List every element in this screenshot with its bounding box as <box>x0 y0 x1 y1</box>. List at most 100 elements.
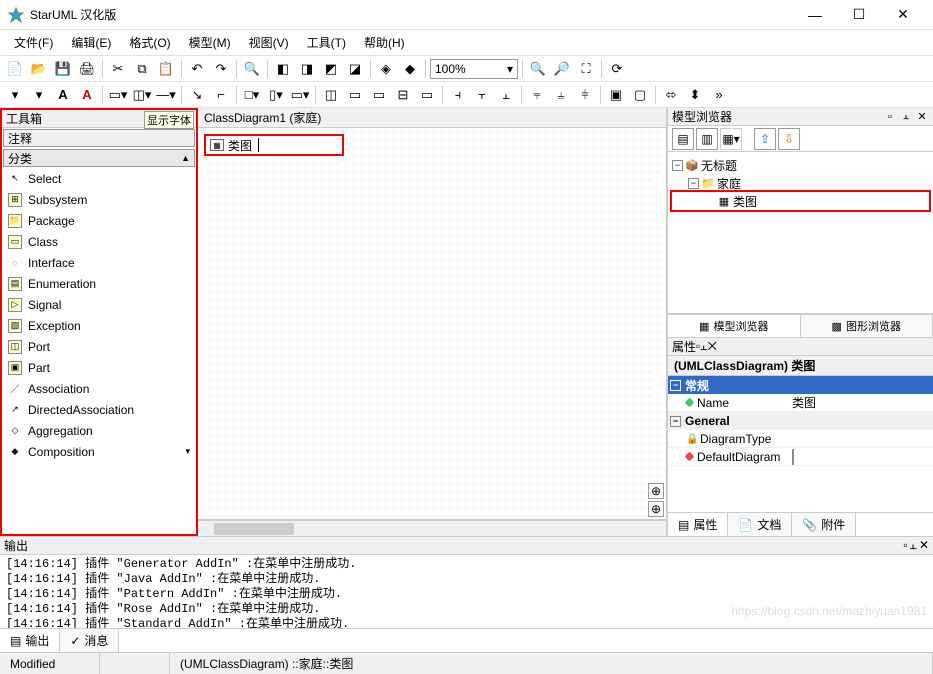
toolbox-item-interface[interactable]: ○Interface <box>2 252 196 273</box>
font-display-button[interactable]: 显示字体 <box>144 111 194 129</box>
prop-row-name[interactable]: Name 类图 <box>668 394 933 412</box>
toolbox-section-category[interactable]: 分类▲ <box>3 149 195 167</box>
align-center-icon[interactable]: ⫟ <box>471 84 493 106</box>
front-icon[interactable]: ▣ <box>605 84 627 106</box>
diag4-icon[interactable]: ◪ <box>344 58 366 80</box>
toolbox-item-package[interactable]: 📁Package <box>2 210 196 231</box>
zoom-combo[interactable]: 100%▾ <box>430 59 518 79</box>
copy-icon[interactable]: ⧉ <box>131 58 153 80</box>
tab-messages[interactable]: ✓消息 <box>60 629 119 652</box>
style7-icon[interactable]: ⊟ <box>392 84 414 106</box>
prop-group-general-cn[interactable]: −常规 <box>668 376 933 394</box>
style8-icon[interactable]: ▭ <box>416 84 438 106</box>
tab-model-browser[interactable]: ▦模型浏览器 <box>668 315 801 337</box>
dist-h-icon[interactable]: ⬄ <box>660 84 682 106</box>
output-log[interactable]: [14:16:14] 插件 "Generator AddIn" :在菜单中注册成… <box>0 555 933 628</box>
zoomin-icon[interactable]: 🔎 <box>551 58 573 80</box>
out-close-icon[interactable]: ✕ <box>919 538 929 553</box>
save-icon[interactable]: 💾 <box>52 58 74 80</box>
panel-close-icon[interactable]: ✕ <box>915 110 929 124</box>
toolbox-item-part[interactable]: ▣Part <box>2 357 196 378</box>
toolbox-item-directedassociation[interactable]: ↗DirectedAssociation <box>2 399 196 420</box>
align-middle-icon[interactable]: ⫨ <box>550 84 572 106</box>
linetype1-icon[interactable]: ↘ <box>186 84 208 106</box>
linecolor-icon[interactable]: ◫▾ <box>131 84 153 106</box>
canvas-scrollbar-h[interactable] <box>198 520 666 536</box>
fontname-dropdown[interactable]: ▾ <box>4 84 26 106</box>
style6-icon[interactable]: ▭ <box>368 84 390 106</box>
style4-icon[interactable]: ◫ <box>320 84 342 106</box>
mb-btn2[interactable]: ▥ <box>696 128 718 150</box>
tab-diagram-browser[interactable]: ▩图形浏览器 <box>801 315 933 337</box>
maximize-button[interactable]: ☐ <box>837 0 881 30</box>
opt2-icon[interactable]: ◆ <box>399 58 421 80</box>
menu-view[interactable]: 视图(V) <box>241 31 297 54</box>
fontcolor-icon[interactable]: A <box>76 84 98 106</box>
align-bottom-icon[interactable]: ⫩ <box>574 84 596 106</box>
prop-close-icon[interactable]: ✕ <box>708 339 717 353</box>
new-icon[interactable]: 📄 <box>4 58 26 80</box>
toolbox-item-association[interactable]: ／Association <box>2 378 196 399</box>
style1-icon[interactable]: □▾ <box>241 84 263 106</box>
tree-package[interactable]: −📁家庭 <box>672 174 929 192</box>
toolbox-item-select[interactable]: ↖Select <box>2 168 196 189</box>
align-left-icon[interactable]: ⫞ <box>447 84 469 106</box>
open-icon[interactable]: 📂 <box>28 58 50 80</box>
fit-icon[interactable]: ⛶ <box>575 58 597 80</box>
panel-dock-icon[interactable]: ▫ <box>883 110 897 124</box>
fontsize-dropdown[interactable]: ▾ <box>28 84 50 106</box>
panel-pin-icon[interactable]: ⫠ <box>899 110 913 124</box>
canvas-expand-h-button[interactable]: ⊕ <box>648 501 664 517</box>
mb-up-icon[interactable]: ⇧ <box>754 128 776 150</box>
out-dock-icon[interactable]: ▫ <box>903 538 907 553</box>
menu-tool[interactable]: 工具(T) <box>299 31 354 54</box>
out-pin-icon[interactable]: ⫠ <box>910 538 917 553</box>
more-icon[interactable]: » <box>708 84 730 106</box>
diagram-canvas[interactable]: ▦ 类图 ⊕ ⊕ <box>198 128 666 520</box>
canvas-tab[interactable]: ClassDiagram1 (家庭) <box>198 108 666 128</box>
menu-help[interactable]: 帮助(H) <box>356 31 413 54</box>
style2-icon[interactable]: ▯▾ <box>265 84 287 106</box>
cut-icon[interactable]: ✂ <box>107 58 129 80</box>
diagram-name-editbox[interactable]: ▦ 类图 <box>204 134 344 156</box>
tree-diagram[interactable]: ▦类图 <box>672 192 929 210</box>
toolbox-item-exception[interactable]: ▧Exception <box>2 315 196 336</box>
prop-row-diagramtype[interactable]: 🔒DiagramType <box>668 430 933 448</box>
menu-file[interactable]: 文件(F) <box>6 31 61 54</box>
tab-output[interactable]: ▤输出 <box>0 629 60 652</box>
menu-format[interactable]: 格式(O) <box>121 31 178 54</box>
refresh-icon[interactable]: ⟳ <box>606 58 628 80</box>
toolbox-item-composition[interactable]: ◆Composition▾ <box>2 441 196 462</box>
prop-pin-icon[interactable]: ⫠ <box>700 339 707 353</box>
toolbox-item-signal[interactable]: ▷Signal <box>2 294 196 315</box>
find-icon[interactable]: 🔍 <box>241 58 263 80</box>
font-icon[interactable]: A <box>52 84 74 106</box>
print-icon[interactable]: 🖨 <box>76 58 98 80</box>
undo-icon[interactable]: ↶ <box>186 58 208 80</box>
diag1-icon[interactable]: ◧ <box>272 58 294 80</box>
fillcolor-icon[interactable]: ▭▾ <box>107 84 129 106</box>
linetype2-icon[interactable]: ⌐ <box>210 84 232 106</box>
menu-model[interactable]: 模型(M) <box>181 31 239 54</box>
style5-icon[interactable]: ▭ <box>344 84 366 106</box>
minimize-button[interactable]: — <box>793 0 837 30</box>
dist-v-icon[interactable]: ⬍ <box>684 84 706 106</box>
tab-properties[interactable]: ▤属性 <box>668 513 728 536</box>
style3-icon[interactable]: ▭▾ <box>289 84 311 106</box>
toolbox-item-port[interactable]: ◫Port <box>2 336 196 357</box>
mb-btn3[interactable]: ▦▾ <box>720 128 742 150</box>
toolbox-item-class[interactable]: ▭Class <box>2 231 196 252</box>
tab-attachments[interactable]: 📎附件 <box>792 513 856 536</box>
toolbox-section-annotation[interactable]: 注释 <box>3 129 195 147</box>
canvas-expand-v-button[interactable]: ⊕ <box>648 483 664 499</box>
diag3-icon[interactable]: ◩ <box>320 58 342 80</box>
zoomout-icon[interactable]: 🔍 <box>527 58 549 80</box>
toolbox-item-subsystem[interactable]: ⊞Subsystem <box>2 189 196 210</box>
opt1-icon[interactable]: ◈ <box>375 58 397 80</box>
tree-root[interactable]: −📦无标题 <box>672 156 929 174</box>
back-icon[interactable]: ▢ <box>629 84 651 106</box>
prop-group-general-en[interactable]: −General <box>668 412 933 430</box>
toolbox-item-enumeration[interactable]: ▤Enumeration <box>2 273 196 294</box>
menu-edit[interactable]: 编辑(E) <box>63 31 119 54</box>
paste-icon[interactable]: 📋 <box>155 58 177 80</box>
